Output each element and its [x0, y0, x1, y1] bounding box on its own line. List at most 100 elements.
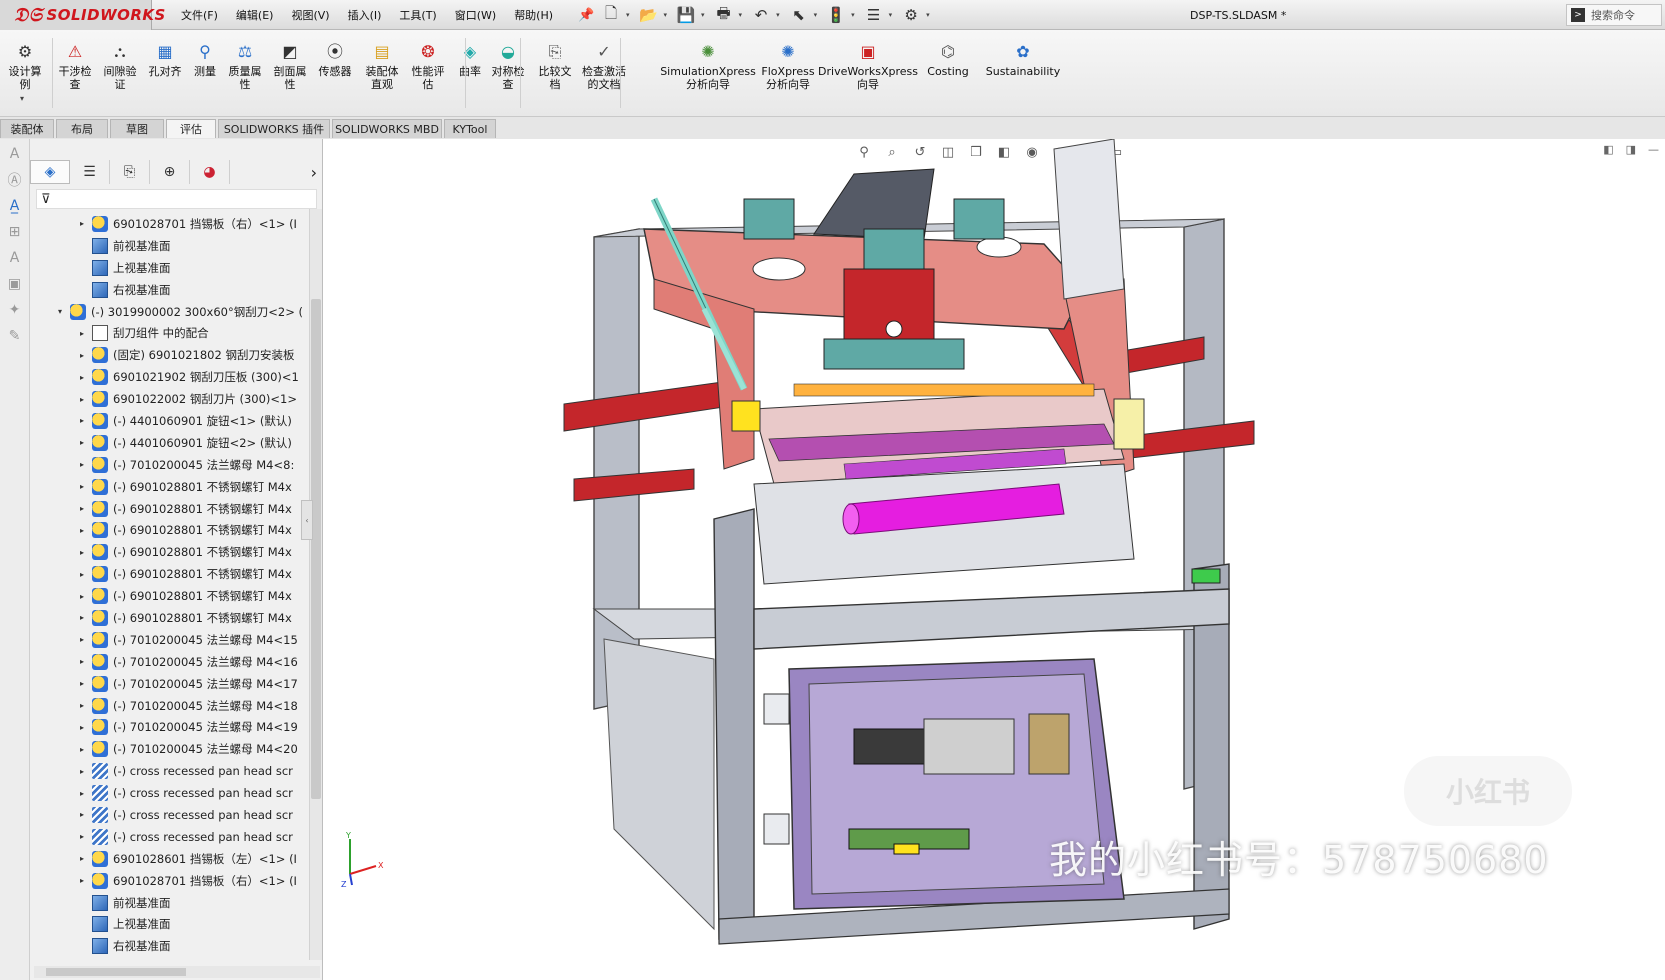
tree-row[interactable]: 右视基准面 — [30, 935, 307, 957]
expand-arrow-icon[interactable]: ▸ — [76, 635, 88, 644]
rebuild-icon[interactable]: 🚦 — [825, 4, 847, 26]
config-manager-icon[interactable]: ⎘ — [110, 160, 150, 184]
design-study-dropdown-icon[interactable]: ▾ — [20, 94, 24, 103]
tree-hscroll-thumb[interactable] — [46, 968, 186, 976]
dropdown-arrow-icon[interactable]: ▾ — [889, 11, 893, 19]
menu-item-0[interactable]: 文件(F) — [178, 4, 221, 26]
expand-arrow-icon[interactable]: ▸ — [76, 723, 88, 732]
print-icon[interactable]: 🖶 — [713, 4, 735, 26]
tab-0[interactable]: 装配体 — [0, 119, 54, 138]
tree-row[interactable]: ▸ 6901028601 挡锡板（左）<1> (I — [30, 848, 307, 870]
dropdown-arrow-icon[interactable]: ▾ — [926, 11, 930, 19]
ribbon-button-18[interactable]: ✿ Sustainability — [975, 40, 1071, 78]
tree-row[interactable]: ▸ (-) 6901028801 不锈钢螺钉 M4x — [30, 585, 307, 607]
expand-arrow-icon[interactable]: ▸ — [76, 482, 88, 491]
feature-tree-icon[interactable]: ◈ — [30, 160, 70, 184]
annotation-c-icon[interactable]: A̲ — [4, 195, 26, 217]
tree-row[interactable]: ▸ (-) 4401060901 旋钮<1> (默认) — [30, 410, 307, 432]
tree-row[interactable]: 前视基准面 — [30, 235, 307, 257]
tree-row[interactable]: ▸ (-) 6901028801 不锈钢螺钉 M4x — [30, 607, 307, 629]
more-tabs-icon[interactable]: › — [311, 163, 317, 182]
tree-row[interactable]: ▸ (-) 6901028801 不锈钢螺钉 M4x — [30, 476, 307, 498]
tree-row[interactable]: ▸ 6901022002 钢刮刀片 (300)<1> — [30, 388, 307, 410]
undo-icon[interactable]: ↶ — [750, 4, 772, 26]
expand-arrow-icon[interactable]: ▸ — [76, 592, 88, 601]
tab-6[interactable]: KYTool — [444, 119, 496, 138]
tree-row[interactable]: ▸ (-) cross recessed pan head scr — [30, 782, 307, 804]
tree-row[interactable]: ▸ 6901021902 钢刮刀压板 (300)<1 — [30, 366, 307, 388]
expand-arrow-icon[interactable]: ▸ — [76, 416, 88, 425]
tree-row[interactable]: ▸ (-) cross recessed pan head scr — [30, 760, 307, 782]
tree-row[interactable]: ▸ (-) cross recessed pan head scr — [30, 826, 307, 848]
expand-arrow-icon[interactable]: ▸ — [76, 526, 88, 535]
search-commands-box[interactable]: > 搜索命令 — [1566, 4, 1662, 26]
menu-item-6[interactable]: 帮助(H) — [511, 4, 556, 26]
annotation-e-icon[interactable]: A — [4, 247, 26, 269]
expand-arrow-icon[interactable]: ▸ — [76, 570, 88, 579]
expand-arrow-icon[interactable]: ▸ — [76, 854, 88, 863]
file-properties-icon[interactable]: ☰ — [863, 4, 885, 26]
dimxpert-icon[interactable]: ⊕ — [150, 160, 190, 184]
expand-arrow-icon[interactable]: ▸ — [76, 789, 88, 798]
tree-row[interactable]: ▸ (-) cross recessed pan head scr — [30, 804, 307, 826]
annotation-b-icon[interactable]: Ⓐ — [4, 169, 26, 191]
tree-row[interactable]: ▸ (-) 7010200045 法兰螺母 M4<17 — [30, 673, 307, 695]
new-icon[interactable]: 🗋 — [600, 4, 622, 26]
tree-row[interactable]: ▸ (-) 7010200045 法兰螺母 M4<15 — [30, 629, 307, 651]
dropdown-arrow-icon[interactable]: ▾ — [701, 11, 705, 19]
menu-item-2[interactable]: 视图(V) — [288, 4, 332, 26]
tree-row[interactable]: ▸ (-) 6901028801 不锈钢螺钉 M4x — [30, 541, 307, 563]
menu-item-1[interactable]: 编辑(E) — [233, 4, 277, 26]
tree-row[interactable]: ▸ (-) 6901028801 不锈钢螺钉 M4x — [30, 498, 307, 520]
tree-row[interactable]: ▸ (-) 7010200045 法兰螺母 M4<8: — [30, 454, 307, 476]
tree-row[interactable]: ▸ 6901028701 挡锡板（右）<1> (I — [30, 870, 307, 892]
ribbon-button-13[interactable]: ✓ 检查激活 的文档 — [574, 40, 634, 91]
tab-5[interactable]: SOLIDWORKS MBD — [332, 119, 442, 138]
annotation-h-icon[interactable]: ✎ — [4, 325, 26, 347]
expand-arrow-icon[interactable]: ▸ — [76, 767, 88, 776]
dropdown-arrow-icon[interactable]: ▾ — [664, 11, 668, 19]
expand-arrow-icon[interactable]: ▸ — [76, 460, 88, 469]
tree-row[interactable]: ▸ (-) 4401060901 旋钮<2> (默认) — [30, 432, 307, 454]
options-icon[interactable]: ⚙ — [900, 4, 922, 26]
tree-filter[interactable]: ⊽ — [36, 189, 317, 209]
expand-arrow-icon[interactable]: ▸ — [76, 810, 88, 819]
save-icon[interactable]: 💾 — [675, 4, 697, 26]
tree-row[interactable]: ▸ (-) 7010200045 法兰螺母 M4<20 — [30, 738, 307, 760]
expand-arrow-icon[interactable]: ▸ — [76, 876, 88, 885]
tree-row[interactable]: 上视基准面 — [30, 257, 307, 279]
tree-row[interactable]: ▸ (-) 6901028801 不锈钢螺钉 M4x — [30, 563, 307, 585]
panel-collapse-handle[interactable]: ‹ — [301, 500, 313, 540]
expand-arrow-icon[interactable]: ▸ — [76, 219, 88, 228]
tab-2[interactable]: 草图 — [110, 119, 164, 138]
tab-4[interactable]: SOLIDWORKS 插件 — [218, 119, 330, 138]
tree-row[interactable]: ▾ (-) 3019900002 300x60°钢刮刀<2> ( — [30, 301, 307, 323]
expand-arrow-icon[interactable]: ▸ — [76, 613, 88, 622]
tree-scroll-thumb[interactable] — [311, 299, 321, 799]
property-manager-icon[interactable]: ☰ — [70, 160, 110, 184]
expand-arrow-icon[interactable]: ▸ — [76, 395, 88, 404]
tree-row[interactable]: ▸ 6901028701 挡锡板（右）<1> (I — [30, 213, 307, 235]
select-icon[interactable]: ⬉ — [788, 4, 810, 26]
collapse-arrow-icon[interactable]: ▾ — [54, 307, 66, 316]
dropdown-arrow-icon[interactable]: ▾ — [851, 11, 855, 19]
tree-row[interactable]: ▸ (-) 6901028801 不锈钢螺钉 M4x — [30, 519, 307, 541]
tree-row[interactable]: 前视基准面 — [30, 892, 307, 914]
expand-arrow-icon[interactable]: ▸ — [76, 745, 88, 754]
pin-menu-icon[interactable]: 📌 — [578, 8, 594, 23]
expand-arrow-icon[interactable]: ▸ — [76, 679, 88, 688]
expand-arrow-icon[interactable]: ▸ — [76, 329, 88, 338]
dropdown-arrow-icon[interactable]: ▾ — [739, 11, 743, 19]
expand-arrow-icon[interactable]: ▸ — [76, 701, 88, 710]
annotation-g-icon[interactable]: ✦ — [4, 299, 26, 321]
expand-arrow-icon[interactable]: ▸ — [76, 438, 88, 447]
tree-row[interactable]: 右视基准面 — [30, 279, 307, 301]
dropdown-arrow-icon[interactable]: ▾ — [814, 11, 818, 19]
menu-item-5[interactable]: 窗口(W) — [452, 4, 499, 26]
tree-row[interactable]: 上视基准面 — [30, 914, 307, 936]
tree-row[interactable]: ▸ (-) 7010200045 法兰螺母 M4<16 — [30, 651, 307, 673]
tab-1[interactable]: 布局 — [56, 119, 108, 138]
tree-row[interactable]: ▸ (-) 7010200045 法兰螺母 M4<19 — [30, 716, 307, 738]
dropdown-arrow-icon[interactable]: ▾ — [626, 11, 630, 19]
annotation-d-icon[interactable]: ⊞ — [4, 221, 26, 243]
